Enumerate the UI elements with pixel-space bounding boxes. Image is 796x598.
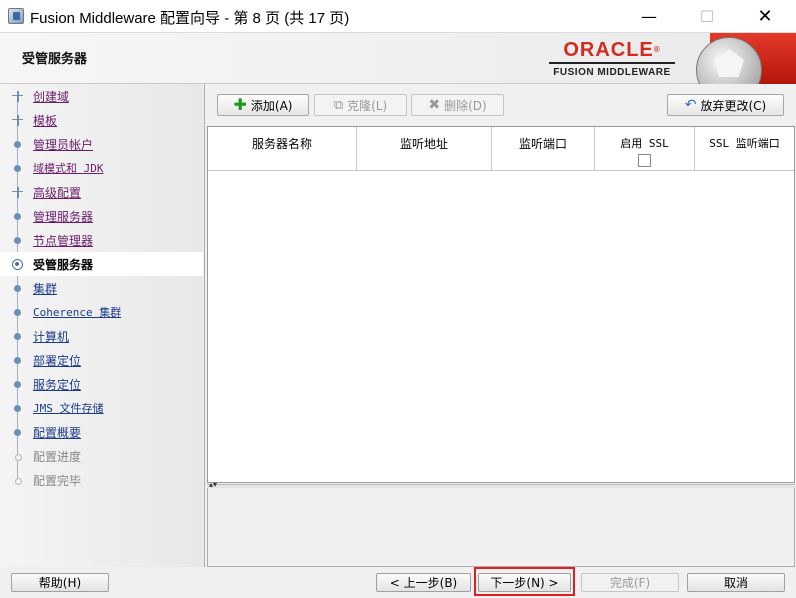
brand-emblem-icon <box>690 33 796 84</box>
step-templates[interactable]: 模板 <box>0 108 203 132</box>
step-advanced-config[interactable]: 高级配置 <box>0 180 203 204</box>
column-header-server-name[interactable]: 服务器名称 <box>208 127 357 171</box>
oracle-logo-word: ORACLE® <box>563 39 661 61</box>
delete-button[interactable]: ✖ 删除(D) <box>411 94 504 116</box>
step-label: 计算机 <box>33 330 70 344</box>
step-label: 服务定位 <box>33 378 82 392</box>
step-label: 集群 <box>33 282 58 296</box>
step-create-domain[interactable]: 创建域 <box>0 84 203 108</box>
add-button-label: 添加(A) <box>250 98 293 113</box>
enable-ssl-header-checkbox[interactable] <box>638 154 651 167</box>
step-label: 配置进度 <box>33 450 82 464</box>
finish-button[interactable]: 完成(F) <box>581 573 679 592</box>
help-button[interactable]: 帮助(H) <box>11 573 109 592</box>
title-bar: Fusion Middleware 配置向导 - 第 8 页 (共 17 页) … <box>0 0 796 33</box>
table-toolbar: ✚ 添加(A) ⧉ 克隆(L) ✖ 删除(D) ↶ 放弃更改(C) <box>205 94 796 118</box>
content-pane: ✚ 添加(A) ⧉ 克隆(L) ✖ 删除(D) ↶ 放弃更改(C) 服务器名称 … <box>204 84 796 567</box>
enable-ssl-label: 启用 SSL <box>620 137 669 150</box>
step-dot-icon <box>12 427 23 438</box>
step-label: JMS 文件存储 <box>33 402 104 415</box>
step-dot-icon <box>12 331 23 342</box>
step-dot-icon <box>12 307 23 318</box>
step-config-progress: 配置进度 <box>0 444 203 468</box>
step-done-icon <box>12 211 23 222</box>
next-button[interactable]: 下一步(N) > <box>478 573 571 592</box>
step-dot-icon <box>12 379 23 390</box>
close-button[interactable]: ✕ <box>742 0 788 32</box>
wizard-header: 受管服务器 ORACLE® FUSION MIDDLEWARE <box>0 33 796 84</box>
cancel-button[interactable]: 取消 <box>687 573 785 592</box>
column-header-listen-port[interactable]: 监听端口 <box>492 127 595 171</box>
table-header: 服务器名称 监听地址 监听端口 启用 SSL SSL 监听端口 <box>208 127 794 171</box>
step-node-manager[interactable]: 节点管理器 <box>0 228 203 252</box>
step-label: 管理服务器 <box>33 210 94 224</box>
step-label: 配置概要 <box>33 426 82 440</box>
plus-icon: ✚ <box>233 95 247 114</box>
logo-divider <box>549 62 675 64</box>
oracle-logo: ORACLE® FUSION MIDDLEWARE <box>549 40 675 78</box>
step-machines[interactable]: 计算机 <box>0 324 203 348</box>
step-label: Coherence 集群 <box>33 306 122 319</box>
step-service-targeting[interactable]: 服务定位 <box>0 372 203 396</box>
step-managed-servers[interactable]: 受管服务器 <box>0 252 203 276</box>
step-pending-icon <box>12 451 23 462</box>
maximize-button[interactable]: ☐ <box>684 0 730 32</box>
step-label: 部署定位 <box>33 354 82 368</box>
step-branch-icon <box>12 115 23 126</box>
step-label: 高级配置 <box>33 186 82 200</box>
step-config-summary[interactable]: 配置概要 <box>0 420 203 444</box>
step-label: 节点管理器 <box>33 234 94 248</box>
step-coherence-clusters[interactable]: Coherence 集群 <box>0 300 203 324</box>
step-label: 受管服务器 <box>33 258 94 272</box>
step-dot-icon <box>12 403 23 414</box>
revert-changes-button[interactable]: ↶ 放弃更改(C) <box>667 94 784 116</box>
column-header-ssl-listen-port[interactable]: SSL 监听端口 <box>695 127 794 171</box>
delete-x-icon: ✖ <box>428 97 441 113</box>
step-dot-icon <box>12 355 23 366</box>
step-deployment-targeting[interactable]: 部署定位 <box>0 348 203 372</box>
managed-servers-table[interactable]: 服务器名称 监听地址 监听端口 启用 SSL SSL 监听端口 <box>207 126 795 483</box>
undo-icon: ↶ <box>684 97 697 113</box>
clone-button[interactable]: ⧉ 克隆(L) <box>314 94 407 116</box>
app-icon <box>8 8 24 24</box>
step-label: 管理员帐户 <box>33 138 94 152</box>
back-button[interactable]: < 上一步(B) <box>376 573 471 592</box>
column-header-enable-ssl[interactable]: 启用 SSL <box>595 127 695 171</box>
oracle-logo-subtitle: FUSION MIDDLEWARE <box>553 67 671 78</box>
step-jms-file-stores[interactable]: JMS 文件存储 <box>0 396 203 420</box>
step-label: 创建域 <box>33 90 70 104</box>
page-title: 受管服务器 <box>22 52 88 67</box>
step-dot-icon <box>12 283 23 294</box>
step-done-icon <box>12 235 23 246</box>
detail-panel <box>207 488 795 567</box>
step-domain-mode-jdk[interactable]: 域模式和 JDK <box>0 156 203 180</box>
window-title: Fusion Middleware 配置向导 - 第 8 页 (共 17 页) <box>30 10 350 27</box>
step-done-icon <box>12 163 23 174</box>
step-pending-icon <box>12 475 23 486</box>
step-done-icon <box>12 139 23 150</box>
add-button[interactable]: ✚ 添加(A) <box>217 94 309 116</box>
step-branch-icon <box>12 91 23 102</box>
step-label: 配置完毕 <box>33 474 82 488</box>
column-header-listen-address[interactable]: 监听地址 <box>357 127 492 171</box>
step-config-complete: 配置完毕 <box>0 468 203 492</box>
wizard-steps-sidebar: 创建域 模板 管理员帐户 域模式和 JDK 高级配置 管理服务器 节点管理器 受… <box>0 84 203 567</box>
step-admin-account[interactable]: 管理员帐户 <box>0 132 203 156</box>
step-clusters[interactable]: 集群 <box>0 276 203 300</box>
step-branch-icon <box>12 187 23 198</box>
step-admin-server[interactable]: 管理服务器 <box>0 204 203 228</box>
step-label: 模板 <box>33 114 58 128</box>
clone-icon: ⧉ <box>333 97 344 113</box>
minimize-button[interactable]: — <box>626 0 672 32</box>
clone-button-label: 克隆(L) <box>347 98 388 113</box>
delete-button-label: 删除(D) <box>444 98 487 113</box>
revert-button-label: 放弃更改(C) <box>700 98 767 113</box>
step-current-icon <box>12 259 23 270</box>
step-label: 域模式和 JDK <box>33 162 104 175</box>
